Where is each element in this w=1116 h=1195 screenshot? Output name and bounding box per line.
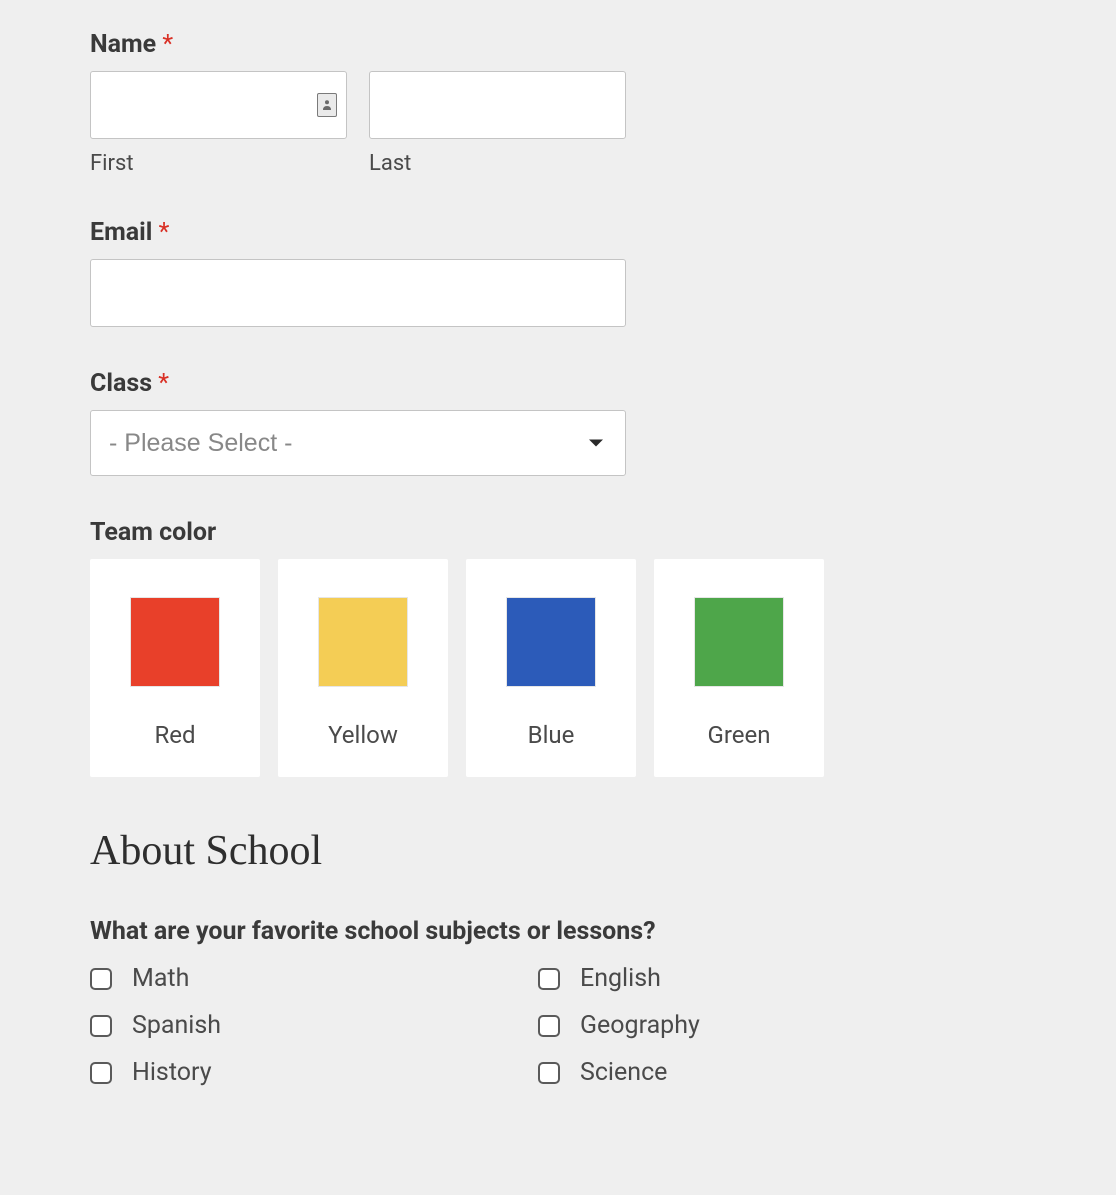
first-name-sublabel: First (90, 151, 347, 176)
subject-item-history: History (90, 1058, 538, 1087)
class-label-text: Class (90, 369, 152, 398)
checkbox-label[interactable]: Math (132, 964, 189, 993)
checkbox-label[interactable]: Geography (580, 1011, 700, 1040)
color-label: Blue (528, 721, 575, 749)
about-school-heading: About School (90, 827, 1026, 875)
subjects-question: What are your favorite school subjects o… (90, 917, 1026, 946)
color-card-green[interactable]: Green (654, 559, 824, 777)
last-name-input[interactable] (369, 71, 626, 139)
subject-item-math: Math (90, 964, 538, 993)
team-color-label: Team color (90, 518, 1026, 547)
name-group: Name * First Last (90, 30, 1026, 176)
subject-item-spanish: Spanish (90, 1011, 538, 1040)
checkbox[interactable] (538, 1015, 560, 1037)
color-swatch (506, 597, 596, 687)
subject-item-geography: Geography (538, 1011, 986, 1040)
email-label: Email * (90, 218, 1026, 247)
email-input[interactable] (90, 259, 626, 327)
checkbox-label[interactable]: English (580, 964, 661, 993)
class-label: Class * (90, 369, 1026, 398)
required-asterisk: * (158, 369, 169, 398)
class-group: Class * - Please Select - (90, 369, 1026, 476)
email-label-text: Email (90, 218, 152, 247)
color-swatch (694, 597, 784, 687)
checkbox[interactable] (90, 1015, 112, 1037)
color-label: Red (154, 721, 195, 749)
checkbox[interactable] (538, 1062, 560, 1084)
required-asterisk: * (159, 218, 170, 247)
color-card-red[interactable]: Red (90, 559, 260, 777)
last-name-sublabel: Last (369, 151, 626, 176)
color-label: Yellow (328, 721, 398, 749)
subject-item-science: Science (538, 1058, 986, 1087)
first-name-input[interactable] (90, 71, 347, 139)
email-group: Email * (90, 218, 1026, 327)
required-asterisk: * (162, 30, 173, 59)
subjects-group: What are your favorite school subjects o… (90, 917, 1026, 1087)
checkbox[interactable] (90, 968, 112, 990)
subject-item-english: English (538, 964, 986, 993)
color-swatch (318, 597, 408, 687)
name-label-text: Name (90, 30, 156, 59)
color-card-yellow[interactable]: Yellow (278, 559, 448, 777)
checkbox[interactable] (538, 968, 560, 990)
color-label: Green (708, 721, 771, 749)
checkbox[interactable] (90, 1062, 112, 1084)
color-card-blue[interactable]: Blue (466, 559, 636, 777)
checkbox-label[interactable]: Spanish (132, 1011, 221, 1040)
checkbox-label[interactable]: History (132, 1058, 212, 1087)
class-select[interactable]: - Please Select - (90, 410, 626, 476)
checkbox-label[interactable]: Science (580, 1058, 667, 1087)
color-swatch (130, 597, 220, 687)
name-label: Name * (90, 30, 1026, 59)
team-color-group: Team color Red Yellow Blue Green (90, 518, 1026, 777)
